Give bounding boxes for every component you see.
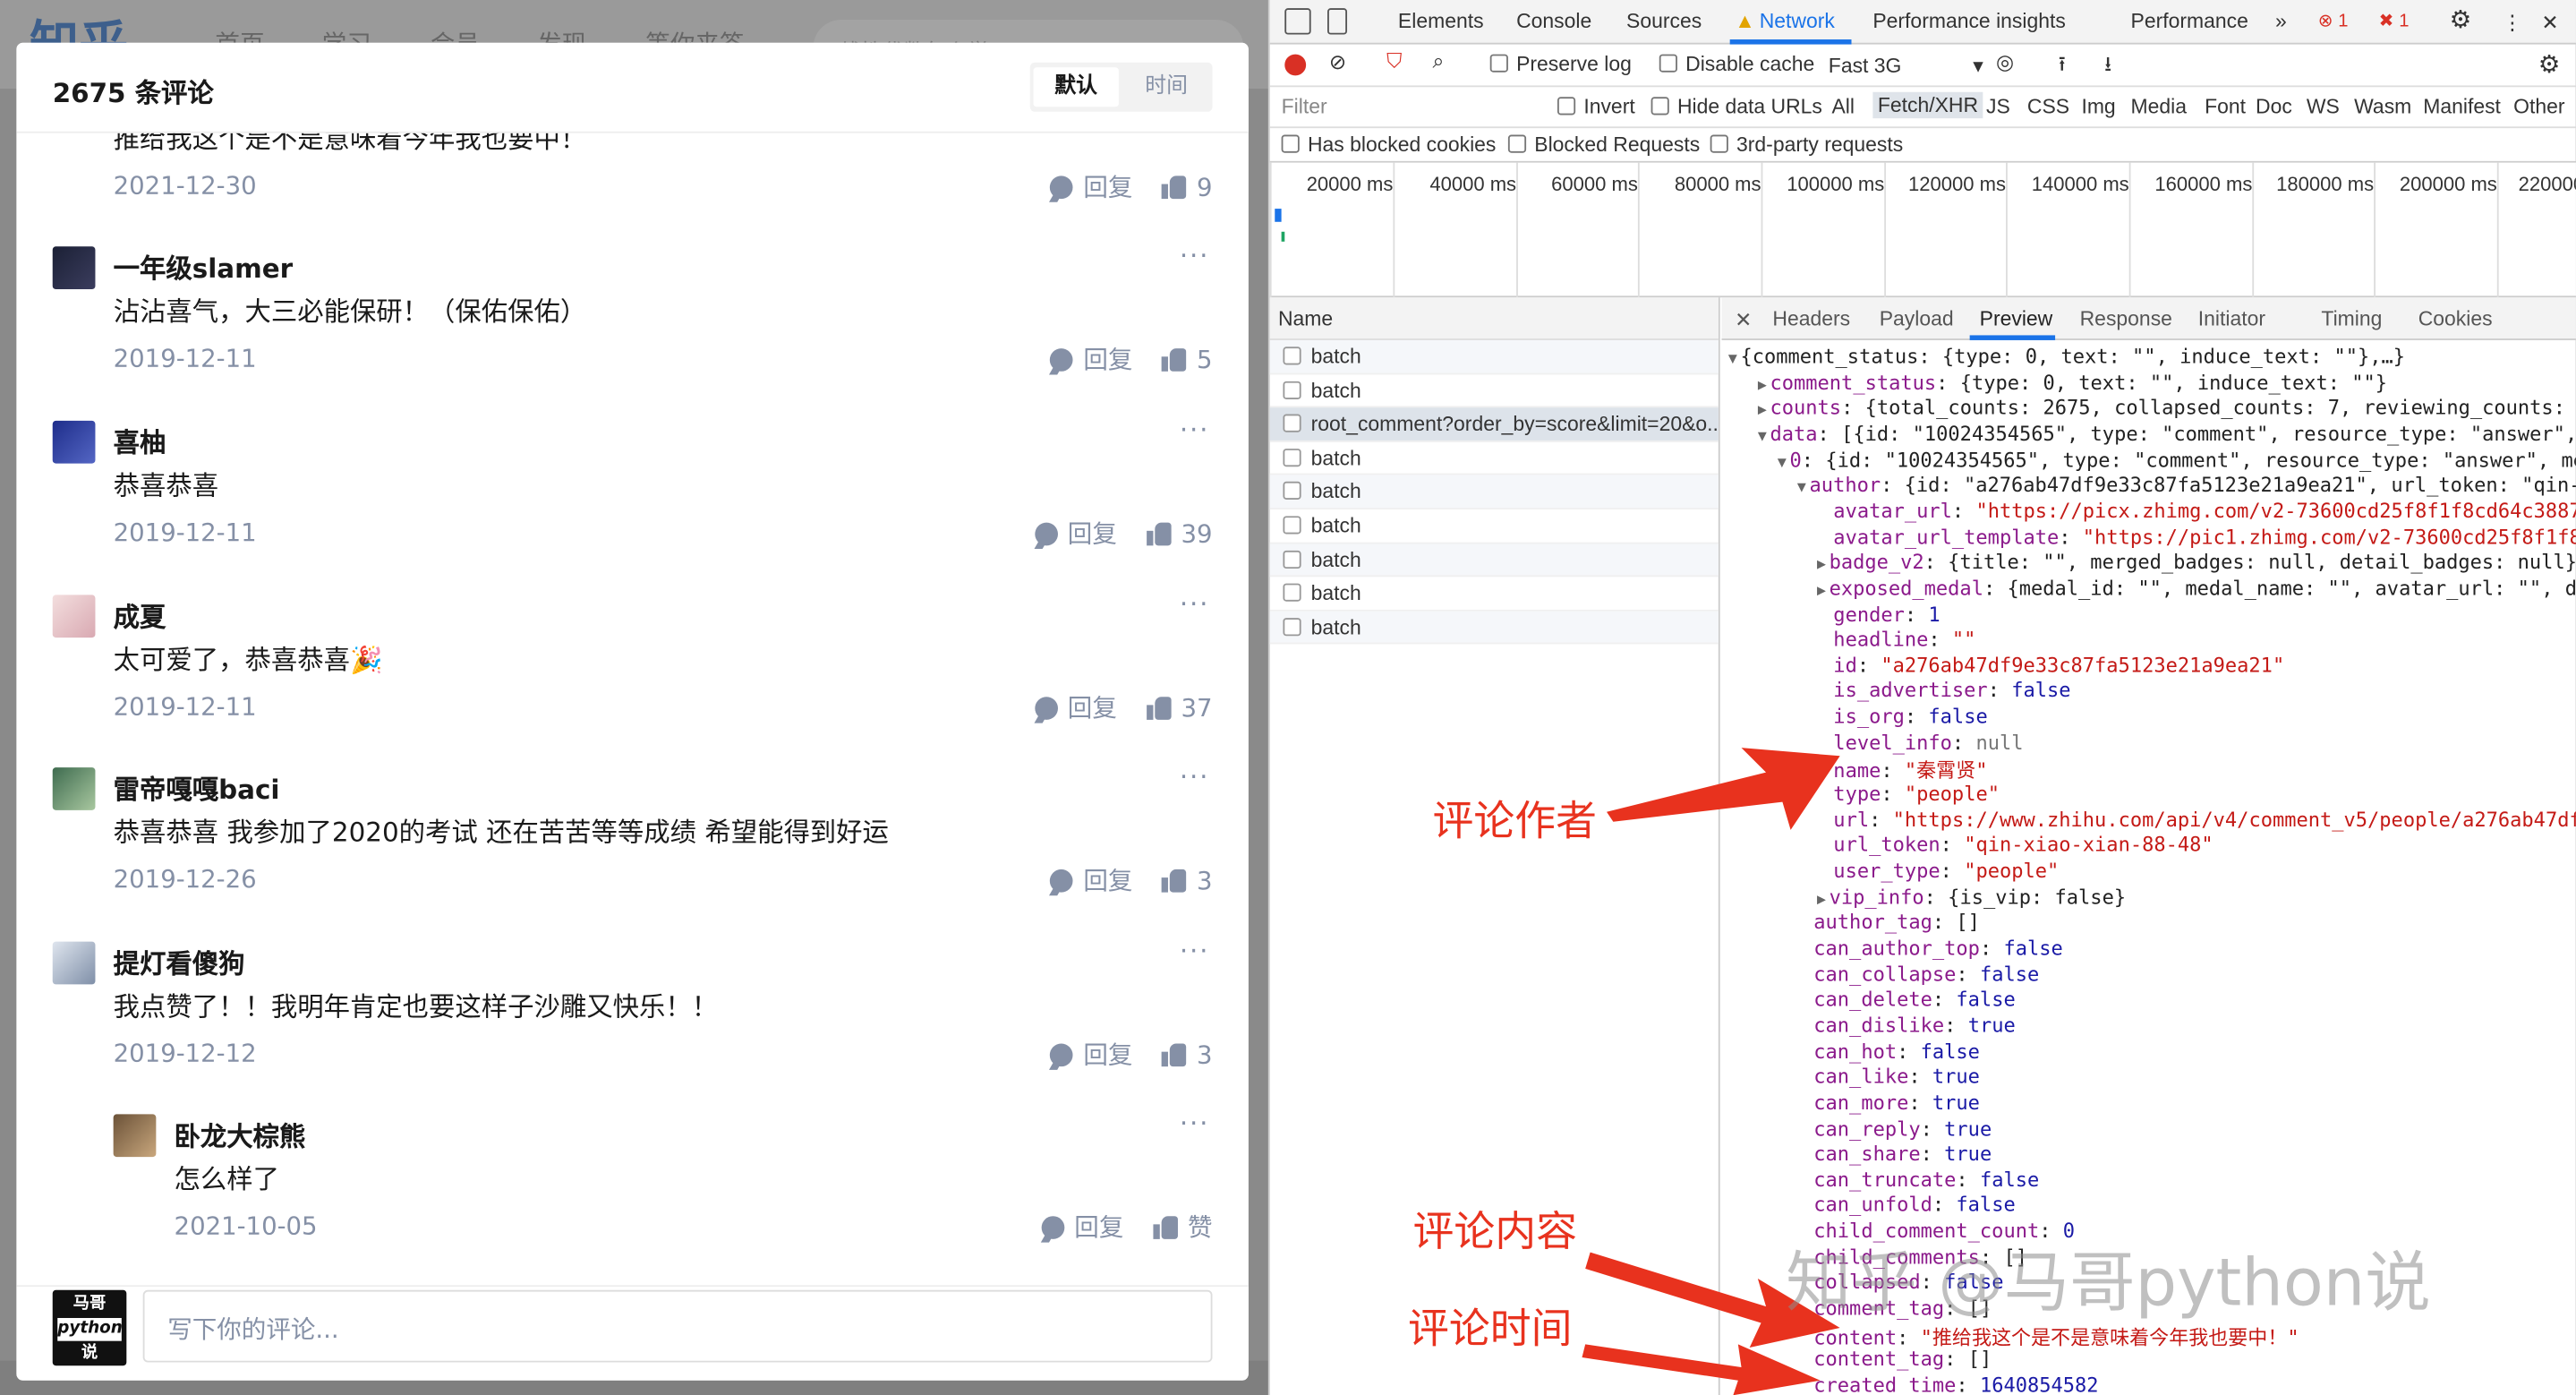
sort-default-button[interactable]: 默认 (1033, 67, 1119, 107)
arrow-to-author (1607, 748, 1840, 830)
sort-toggle: 默认 时间 (1029, 62, 1213, 112)
modal-header: 2675 条评论 默认 时间 (16, 42, 1249, 133)
arrow-to-time (1582, 1344, 1821, 1395)
sort-time-button[interactable]: 时间 (1123, 67, 1208, 107)
annotation-arrows (1582, 748, 1840, 1395)
comment-count-title: 2675 条评论 (52, 77, 214, 109)
watermark: 知乎 @马哥python说 (1786, 1245, 2431, 1322)
annotation-time: 评论时间 (1407, 1305, 1573, 1353)
annotation-content: 评论内容 (1412, 1208, 1578, 1256)
annotation-author: 评论作者 (1432, 797, 1598, 845)
